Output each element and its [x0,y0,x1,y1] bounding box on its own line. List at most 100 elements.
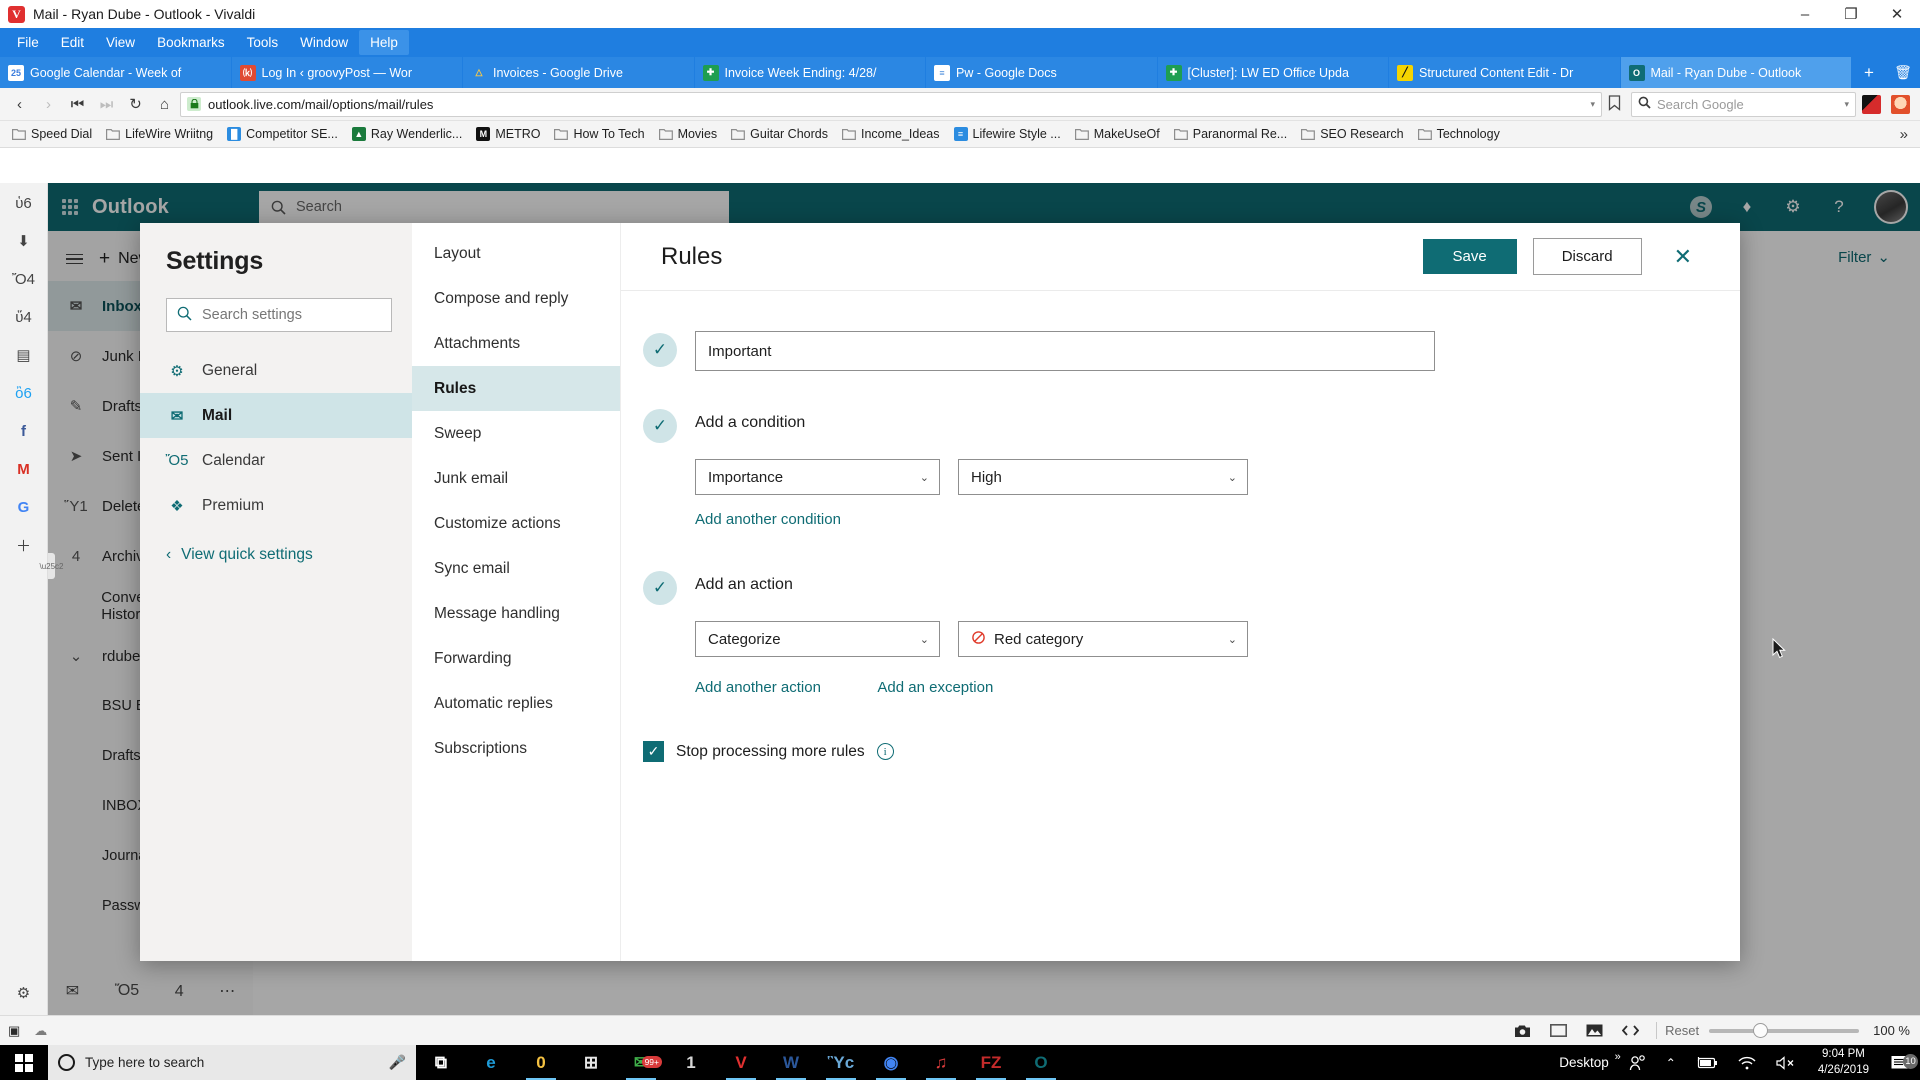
new-tab-button[interactable]: + [1852,57,1886,88]
home-button[interactable]: ⌂ [151,92,178,117]
overflow-chevrons-icon[interactable]: » [1615,1051,1621,1063]
menu-item-bookmarks[interactable]: Bookmarks [146,30,236,55]
image-icon[interactable] [1576,1024,1612,1037]
window-panel-icon[interactable]: ▤ [12,343,36,367]
trash-icon[interactable]: 🗑 [1886,57,1920,88]
bookmark-item[interactable]: Speed Dial [6,125,98,143]
settings-category-premium[interactable]: ❖ Premium [140,483,412,528]
condition-value-select[interactable]: High ⌄ [958,459,1248,495]
condition-field-select[interactable]: Importance ⌄ [695,459,940,495]
settings-subcategory-layout[interactable]: Layout [412,231,620,276]
downloads-panel-icon[interactable]: ⬇ [12,229,36,253]
facebook-panel-icon[interactable]: f [12,419,36,443]
close-window-button[interactable]: ✕ [1874,0,1920,28]
bookmark-overflow-icon[interactable]: » [1894,126,1914,143]
rewind-button[interactable]: ⏮ [64,92,91,117]
bookmark-item[interactable]: Movies [653,125,724,143]
save-button[interactable]: Save [1423,239,1517,274]
search-engine-icon[interactable] [1638,96,1651,112]
store-icon[interactable]: ⊞ [566,1045,616,1080]
back-button[interactable]: ‹ [6,92,33,117]
code-icon[interactable] [1612,1025,1648,1036]
phone-icon[interactable]: ὏1 [666,1045,716,1080]
url-dropdown-caret-icon[interactable]: ▾ [1590,99,1595,110]
google-panel-icon[interactable]: G [12,495,36,519]
camera-icon[interactable] [1504,1024,1540,1038]
windows-start-icon[interactable] [0,1045,48,1080]
settings-subcategory-customize-actions[interactable]: Customize actions [412,501,620,546]
volume-muted-icon[interactable] [1766,1056,1806,1070]
word-icon[interactable]: W [766,1045,816,1080]
discard-button[interactable]: Discard [1533,238,1642,275]
tray-expand-icon[interactable]: ⌃ [1656,1056,1686,1070]
bookmark-star-icon[interactable] [1604,95,1625,114]
action-value-select[interactable]: Red category ⌄ [958,621,1248,657]
browser-tab[interactable]: ⒦ Log In ‹ groovyPost — Wor [232,57,464,88]
browser-tab[interactable]: △ Invoices - Google Drive [463,57,695,88]
notifications-icon[interactable]: 10 [1881,1055,1920,1070]
browser-tab[interactable]: ≡ Pw - Google Docs [926,57,1158,88]
bookmark-item[interactable]: LifeWire Wriitng [100,125,219,143]
settings-subcategory-sweep[interactable]: Sweep [412,411,620,456]
browser-tab[interactable]: ╱ Structured Content Edit - Dr [1389,57,1621,88]
bookmark-item[interactable]: SEO Research [1295,125,1409,143]
browser-tab[interactable]: 25 Google Calendar - Week of [0,57,232,88]
settings-category-general[interactable]: ⚙ General [140,348,412,393]
tile-icon[interactable] [1540,1024,1576,1037]
menu-item-file[interactable]: File [6,30,50,55]
settings-subcategory-message-handling[interactable]: Message handling [412,591,620,636]
panel-resize-handle[interactable]: \u25c2 [48,553,55,579]
browser-tab[interactable]: ✚ Invoice Week Ending: 4/28/ [695,57,927,88]
extension-avatar-icon[interactable] [1891,95,1910,114]
minimize-button[interactable]: – [1782,0,1828,28]
gmail-panel-icon[interactable]: M [12,457,36,481]
menu-item-tools[interactable]: Tools [236,30,290,55]
zoom-slider[interactable] [1709,1029,1859,1033]
microphone-icon[interactable]: 🎤 [389,1054,406,1071]
rule-name-input[interactable]: Important [695,331,1435,371]
mail-app-icon[interactable]: ✉99+ [616,1045,666,1080]
settings-subcategory-compose-and-reply[interactable]: Compose and reply [412,276,620,321]
add-another-action-link[interactable]: Add another action [695,679,821,696]
status-capture-small-icon[interactable]: ▣ [8,1023,20,1039]
settings-subcategory-sync-email[interactable]: Sync email [412,546,620,591]
vivaldi-icon[interactable]: V [716,1045,766,1080]
browser-tab[interactable]: ✚ [Cluster]: LW ED Office Upda [1158,57,1390,88]
battery-charging-icon[interactable] [1686,1057,1728,1069]
menu-item-window[interactable]: Window [289,30,359,55]
status-cloud-icon[interactable]: ☁ [34,1023,47,1039]
menu-item-help[interactable]: Help [359,30,409,55]
twitter-panel-icon[interactable]: ὂ6 [12,381,36,405]
settings-subcategory-attachments[interactable]: Attachments [412,321,620,366]
photos-icon[interactable]: Ὓc [816,1045,866,1080]
notes-panel-icon[interactable]: Ὄ4 [12,267,36,291]
bookmark-item[interactable]: ▲ Ray Wenderlic... [346,125,468,143]
task-view-icon[interactable]: ⧉ [416,1045,466,1080]
add-another-condition-link[interactable]: Add another condition [695,511,841,528]
settings-panel-icon[interactable]: ⚙ [12,981,36,1005]
add-exception-link[interactable]: Add an exception [877,679,993,696]
wifi-icon[interactable] [1728,1056,1766,1070]
people-icon[interactable] [1619,1055,1656,1071]
bookmark-item[interactable]: █ Competitor SE... [221,125,344,143]
menu-item-edit[interactable]: Edit [50,30,95,55]
bookmarks-panel-icon[interactable]: ὑ6 [12,191,36,215]
aimp-icon[interactable]: ♫ [916,1045,966,1080]
settings-subcategory-junk-email[interactable]: Junk email [412,456,620,501]
search-dropdown-caret-icon[interactable]: ▾ [1844,99,1849,110]
desktop-label[interactable]: Desktop » [1549,1055,1619,1070]
history-panel-icon[interactable]: ὕ4 [12,305,36,329]
maximize-button[interactable]: ❐ [1828,0,1874,28]
settings-category-calendar[interactable]: Ὄ5 Calendar [140,438,412,483]
settings-category-mail[interactable]: ✉ Mail [140,393,412,438]
file-explorer-icon[interactable]: ὜0 [516,1045,566,1080]
bookmark-item[interactable]: MakeUseOf [1069,125,1166,143]
info-icon[interactable]: i [877,743,894,760]
settings-subcategory-subscriptions[interactable]: Subscriptions [412,726,620,771]
settings-search-input[interactable]: Search settings [166,298,392,332]
outlook-app-icon[interactable]: O [1016,1045,1066,1080]
bookmark-item[interactable]: Guitar Chords [725,125,834,143]
taskbar-search-input[interactable]: Type here to search 🎤 [48,1045,416,1080]
taskbar-clock[interactable]: 9:04 PM 4/26/2019 [1806,1047,1881,1078]
view-quick-settings-link[interactable]: ‹ View quick settings [166,546,392,564]
